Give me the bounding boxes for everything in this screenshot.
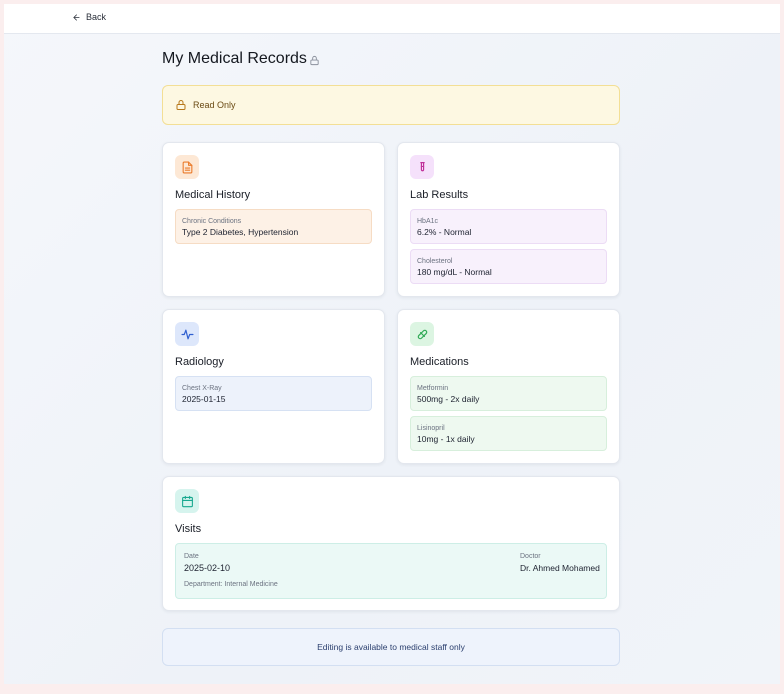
field-value: 2025-01-15 [182,394,226,404]
medical-history-title: Medical History [175,189,251,201]
field-label: HbA1c [417,218,439,225]
radiology-card: Radiology Chest X-Ray 2025-01-15 [162,309,385,464]
medical-history-card: Medical History Chronic Conditions Type … [162,142,385,297]
chest-xray-field: Chest X-Ray 2025-01-15 [175,376,372,411]
radiology-title: Radiology [175,356,224,368]
field-value: 500mg - 2x daily [417,394,480,404]
top-bar: Back [4,4,780,34]
arrow-left-icon [73,13,80,21]
field-label: Lisinopril [417,425,445,432]
lab-results-card: Lab Results HbA1c 6.2% - Normal Choleste… [397,142,620,297]
cholesterol-field: Cholesterol 180 mg/dL - Normal [410,249,607,284]
medications-card: Medications Metformin 500mg - 2x daily L… [397,309,620,464]
field-value: 6.2% - Normal [417,227,472,237]
read-only-label: Read Only [193,100,236,110]
visit-doctor: Doctor Dr. Ahmed Mohamed [520,552,600,574]
chronic-conditions-field: Chronic Conditions Type 2 Diabetes, Hype… [175,209,372,244]
medical-history-icon-badge [175,155,199,179]
calendar-icon [181,495,193,507]
visit-doctor-value: Dr. Ahmed Mohamed [520,563,600,573]
field-label: Chronic Conditions [182,218,242,225]
visit-doctor-label: Doctor [520,553,541,560]
test-tube-icon [419,161,425,171]
read-only-banner: Read Only [162,85,620,125]
back-label: Back [86,12,107,22]
pill-icon [417,329,427,339]
visit-department: Department: Internal Medicine [184,581,278,588]
staff-only-notice: Editing is available to medical staff on… [162,628,620,666]
field-label: Metformin [417,385,449,392]
visits-card: Visits Date 2025-02-10 Department: Inter… [162,476,620,611]
file-text-icon [182,161,192,173]
visits-icon-badge [175,489,199,513]
medications-icon-badge [410,322,434,346]
page-title-row: My Medical Records [162,50,320,68]
lab-results-icon-badge [410,155,434,179]
visit-entry: Date 2025-02-10 Department: Internal Med… [175,543,607,599]
app-frame: Back My Medical Records Read Only Medica… [4,4,780,684]
medications-title: Medications [410,356,469,368]
field-label: Chest X-Ray [182,385,222,392]
visits-title: Visits [175,523,202,535]
hba1c-field: HbA1c 6.2% - Normal [410,209,607,244]
field-value: 180 mg/dL - Normal [417,267,492,277]
field-value: 10mg - 1x daily [417,434,475,444]
lisinopril-field: Lisinopril 10mg - 1x daily [410,416,607,451]
back-button[interactable]: Back [72,12,106,22]
field-value: Type 2 Diabetes, Hypertension [182,227,299,237]
metformin-field: Metformin 500mg - 2x daily [410,376,607,411]
page-title: My Medical Records [162,50,307,67]
lock-icon [310,55,319,65]
activity-icon [180,329,194,339]
lab-results-title: Lab Results [410,189,469,201]
lock-icon [176,100,186,110]
field-label: Cholesterol [417,258,453,265]
radiology-icon-badge [175,322,199,346]
